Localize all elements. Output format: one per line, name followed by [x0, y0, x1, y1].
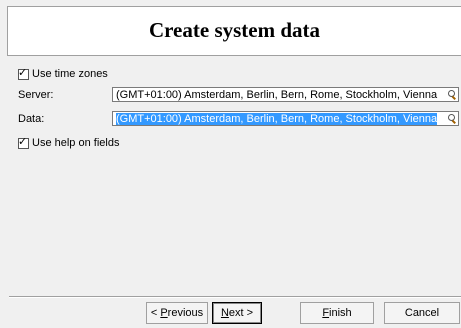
finish-button[interactable]: Finish [300, 302, 374, 324]
server-label: Server: [18, 89, 54, 101]
next-accesskey: N [220, 307, 229, 319]
data-value[interactable]: (GMT+01:00) Amsterdam, Berlin, Bern, Rom… [116, 112, 438, 125]
data-value-container[interactable]: (GMT+01:00) Amsterdam, Berlin, Bern, Rom… [113, 112, 444, 125]
server-value[interactable]: (GMT+01:00) Amsterdam, Berlin, Bern, Rom… [113, 89, 444, 101]
previous-accesskey: P [160, 307, 168, 319]
page-title: Create system data [148, 18, 321, 42]
previous-label-rest: revious [167, 307, 204, 319]
use-help-checkbox-row[interactable]: ✓ Use help on fields [18, 134, 119, 150]
use-time-zones-checkbox[interactable]: ✓ [18, 65, 29, 80]
next-button[interactable]: Next > [212, 302, 262, 324]
previous-button[interactable]: < Previous [146, 302, 208, 324]
data-label: Data: [18, 113, 45, 125]
data-field[interactable]: (GMT+01:00) Amsterdam, Berlin, Bern, Rom… [112, 111, 459, 126]
use-time-zones-checkbox-row[interactable]: ✓ Use time zones [18, 65, 108, 81]
data-lookup-icon[interactable] [444, 112, 458, 125]
previous-prefix: < [150, 307, 161, 319]
footer-divider [9, 296, 461, 298]
use-help-checkbox[interactable]: ✓ [18, 134, 29, 149]
cancel-button[interactable]: Cancel [384, 302, 460, 324]
use-time-zones-label[interactable]: Use time zones [32, 68, 108, 80]
finish-accesskey: F [322, 307, 330, 319]
server-field[interactable]: (GMT+01:00) Amsterdam, Berlin, Bern, Rom… [112, 87, 459, 102]
use-help-label[interactable]: Use help on fields [32, 137, 119, 149]
finish-label-rest: inish [329, 307, 352, 319]
server-lookup-icon[interactable] [444, 88, 458, 101]
checkmark-icon: ✓ [18, 65, 28, 79]
wizard-header: Create system data [7, 6, 461, 56]
next-label-rest: ext > [228, 307, 254, 319]
checkmark-icon: ✓ [18, 134, 28, 148]
